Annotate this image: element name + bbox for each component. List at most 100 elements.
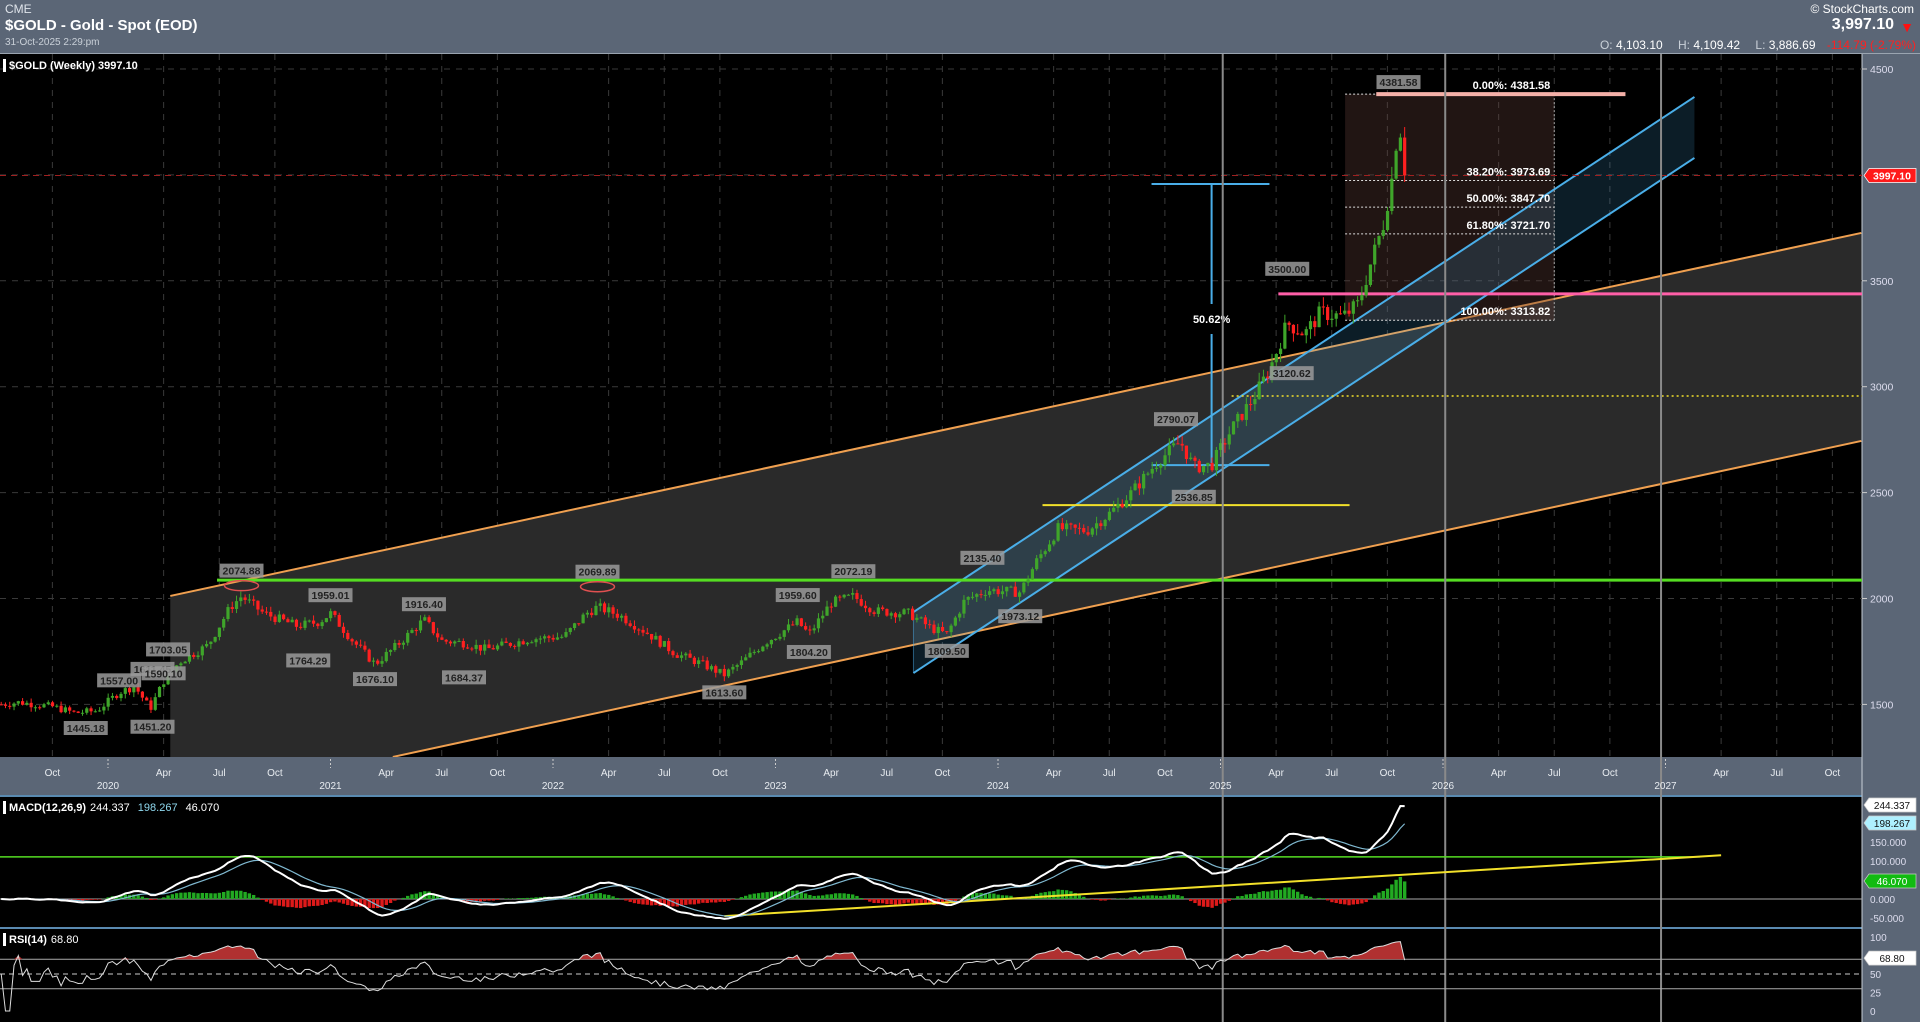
- price-axis-label: 2500: [1870, 488, 1894, 500]
- histogram-value-tag: 46.070: [1877, 877, 1908, 888]
- macd-histogram-bar: [1244, 894, 1249, 899]
- candle-down: [722, 668, 726, 677]
- price-label-text: 2536.85: [1175, 492, 1213, 504]
- candle-down: [136, 687, 140, 692]
- candle-up: [239, 597, 243, 602]
- candle-down: [359, 644, 363, 646]
- macd-histogram-bar: [748, 894, 752, 899]
- candle-up: [1304, 329, 1308, 336]
- macd-histogram-bar: [1261, 891, 1266, 899]
- candle-down: [363, 645, 367, 650]
- macd-histogram-bar: [1129, 897, 1133, 899]
- candle-down: [440, 637, 444, 640]
- candle-down: [127, 688, 132, 693]
- macd-histogram-bar: [294, 899, 299, 908]
- macd-histogram-bar: [1167, 894, 1172, 899]
- macd-histogram-bar: [803, 893, 808, 899]
- macd-histogram-bar: [910, 899, 915, 904]
- candle-up: [320, 622, 324, 627]
- candle-up: [902, 609, 906, 615]
- candle-up: [846, 594, 851, 596]
- candle-down: [346, 632, 350, 640]
- price-label-text: 1916.40: [405, 599, 443, 611]
- price-label-text: 1590.10: [145, 668, 183, 680]
- price-label-text: 1703.05: [149, 644, 187, 656]
- macd-histogram-bar: [598, 893, 602, 899]
- rsi-value-tag: 68.80: [1879, 954, 1904, 965]
- candle-up: [1172, 443, 1176, 446]
- macd-histogram-bar: [256, 897, 260, 899]
- candle-up: [1163, 455, 1167, 466]
- candle-up: [568, 628, 572, 633]
- macd-histogram-bar: [1210, 899, 1214, 908]
- candle-up: [1146, 473, 1150, 475]
- candle-down: [1176, 443, 1180, 445]
- candle-down: [260, 609, 264, 612]
- candle-down: [89, 708, 93, 712]
- macd-histogram-bar: [705, 899, 709, 904]
- candle-up: [1343, 310, 1347, 314]
- macd-histogram-bar: [234, 890, 239, 899]
- candle-up: [709, 666, 714, 670]
- candle-up: [1201, 465, 1206, 473]
- macd-axis-label: 100.000: [1870, 857, 1907, 868]
- macd-histogram-bar: [739, 897, 744, 899]
- candle-down: [804, 626, 808, 630]
- price-label: 1959.01: [308, 588, 353, 603]
- candle-up: [1017, 592, 1022, 597]
- candle-up: [1056, 523, 1060, 541]
- candle-down: [872, 612, 876, 614]
- candle-down: [940, 626, 945, 632]
- candle-up: [85, 708, 89, 713]
- price-chart[interactable]: 0.00%: 4381.58 38.20%: 3973.69 50.00%: 384…: [0, 0, 1920, 1022]
- macd-histogram-bar: [1146, 895, 1150, 899]
- macd-histogram-bar: [1137, 896, 1142, 899]
- macd-histogram-bar: [140, 896, 145, 899]
- candle-up: [731, 666, 735, 670]
- candle-up: [825, 606, 829, 616]
- macd-histogram-bar: [1343, 899, 1347, 905]
- candle-down: [551, 637, 555, 640]
- candle-down: [1347, 310, 1351, 314]
- candle-down: [863, 605, 868, 609]
- price-label: 1809.50: [924, 643, 969, 658]
- macd-histogram-bar: [1094, 899, 1099, 900]
- price-label-text: 4381.58: [1380, 77, 1418, 89]
- rsi-plot-bg: [0, 929, 1862, 1022]
- candle-up: [204, 644, 209, 647]
- candle-up: [1261, 376, 1266, 382]
- macd-histogram-bar: [872, 899, 876, 904]
- candle-down: [508, 642, 512, 646]
- macd-histogram-bar: [277, 899, 282, 906]
- candle-down: [294, 619, 299, 627]
- price-label-text: 2135.40: [963, 553, 1001, 565]
- macd-histogram-bar: [1206, 899, 1210, 907]
- macd-histogram-bar: [144, 897, 149, 899]
- candle-down: [859, 599, 863, 606]
- macd-histogram-bar: [744, 895, 748, 899]
- candle-down: [624, 615, 628, 624]
- current-price-tag: 3997.10: [1873, 171, 1911, 183]
- macd-histogram-bar: [688, 899, 692, 905]
- candle-up: [33, 707, 38, 709]
- time-axis-month: Oct: [935, 768, 951, 779]
- macd-title: MACD(12,26,9): [9, 802, 86, 814]
- candle-up: [543, 636, 547, 639]
- candle-down: [470, 648, 474, 650]
- candle-up: [1167, 445, 1171, 456]
- candle-up: [752, 651, 756, 653]
- candle-down: [115, 695, 119, 699]
- candle-up: [564, 632, 568, 637]
- price-label: 1590.10: [141, 666, 186, 681]
- candle-up: [684, 653, 688, 656]
- candle-down: [256, 600, 260, 610]
- macd-histogram-bar: [987, 893, 992, 899]
- macd-histogram-bar: [380, 899, 384, 908]
- candle-up: [949, 625, 953, 633]
- macd-histogram-bar: [222, 891, 226, 899]
- rsi-title: RSI(14): [9, 934, 47, 946]
- macd-histogram-bar: [756, 893, 761, 899]
- macd-histogram-bar: [239, 890, 243, 899]
- price-label: 2072.19: [831, 564, 876, 579]
- candle-down: [354, 641, 358, 645]
